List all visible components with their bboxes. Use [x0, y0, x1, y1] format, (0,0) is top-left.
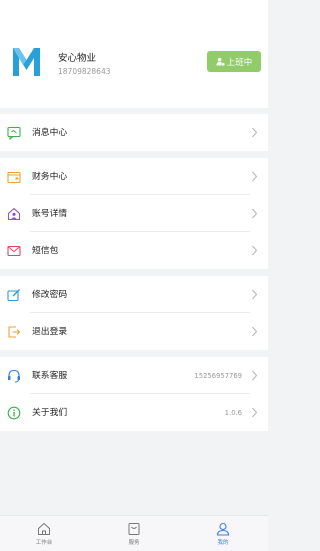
menu-group-messages: 消息中心 [0, 114, 268, 151]
on-duty-label: 上班中 [226, 57, 253, 68]
menu-item-label: 财务中心 [32, 172, 68, 182]
menu-item-label: 修改密码 [32, 290, 68, 300]
chevron-right-icon [252, 171, 258, 182]
menu-item-account-details[interactable]: 账号详情 [0, 195, 268, 232]
profile-phone: 18709828643 [58, 67, 111, 76]
info-icon [7, 406, 21, 420]
menu-item-sms-package[interactable]: 短信包 [0, 232, 268, 269]
chevron-right-icon [252, 208, 258, 219]
bottom-tab-bar: 工作台 服务 我的 [0, 515, 268, 551]
wallet-icon [7, 171, 21, 184]
logout-icon [8, 326, 21, 338]
app-logo-icon [13, 48, 40, 76]
tab-label: 服务 [128, 540, 140, 546]
menu-item-messages[interactable]: 消息中心 [0, 114, 268, 151]
chevron-right-icon [252, 127, 258, 138]
edit-password-icon [7, 289, 20, 302]
menu-item-label: 消息中心 [32, 128, 68, 138]
app-version: 1.0.6 [224, 409, 242, 417]
on-duty-button[interactable]: 上班中 [207, 51, 261, 72]
menu-item-label: 联系客服 [32, 371, 68, 381]
chevron-right-icon [252, 326, 258, 337]
user-icon [216, 522, 230, 536]
tab-label: 工作台 [35, 540, 53, 546]
customer-service-phone: 15256957769 [194, 372, 242, 380]
account-icon [7, 207, 21, 221]
menu-item-label: 退出登录 [32, 327, 68, 337]
chevron-right-icon [252, 370, 258, 381]
menu-item-about-us[interactable]: 关于我们 1.0.6 [0, 394, 268, 431]
tab-service[interactable]: 服务 [114, 518, 154, 546]
profile-name: 安心物业 [58, 53, 97, 64]
chevron-right-icon [252, 245, 258, 256]
tab-label: 我的 [217, 540, 229, 546]
menu-group-security: 修改密码 退出登录 [0, 276, 268, 350]
menu-item-logout[interactable]: 退出登录 [0, 313, 268, 350]
menu-item-label: 关于我们 [32, 408, 68, 418]
menu-group-account: 财务中心 账号详情 短信包 [0, 158, 268, 269]
sms-icon [7, 245, 21, 257]
menu-group-support: 联系客服 15256957769 关于我们 1.0.6 [0, 357, 268, 431]
menu-item-change-password[interactable]: 修改密码 [0, 276, 268, 313]
chevron-right-icon [252, 407, 258, 418]
tab-mine[interactable]: 我的 [203, 518, 243, 546]
user-clock-icon [216, 57, 225, 66]
tab-workbench[interactable]: 工作台 [24, 518, 64, 546]
headset-icon [8, 369, 20, 383]
service-icon [128, 523, 140, 535]
message-icon [7, 126, 21, 140]
menu-item-finance[interactable]: 财务中心 [0, 158, 268, 195]
menu-item-customer-service[interactable]: 联系客服 15256957769 [0, 357, 268, 394]
menu-item-label: 账号详情 [32, 209, 68, 219]
menu-item-label: 短信包 [32, 246, 59, 256]
home-icon [38, 522, 50, 535]
chevron-right-icon [252, 289, 258, 300]
profile-header: 安心物业 18709828643 上班中 [0, 0, 268, 108]
